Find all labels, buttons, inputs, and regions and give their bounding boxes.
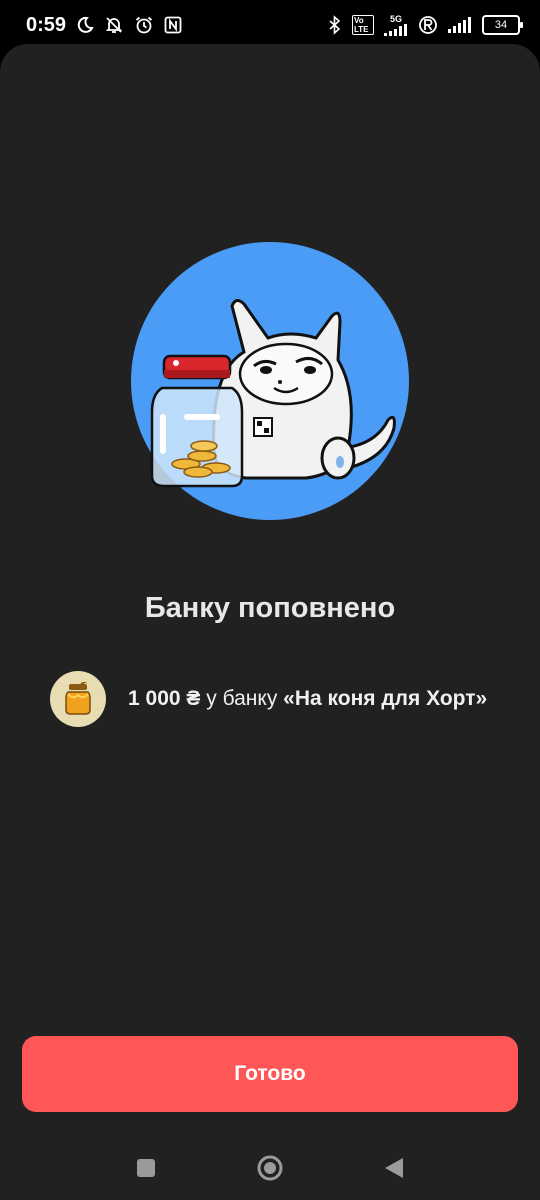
bell-off-icon xyxy=(104,15,124,35)
status-time: 0:59 xyxy=(26,13,67,36)
page-title: Банку поповнено xyxy=(144,592,396,624)
honey-jar-icon xyxy=(50,671,106,727)
recent-apps-icon[interactable] xyxy=(126,1148,166,1188)
battery-icon: 34 xyxy=(482,15,523,35)
result-sheet: Банку поповнено 1 000 ₴ у банку «На коня… xyxy=(0,44,540,1200)
jar-name: «На коня для Хорт» xyxy=(283,687,488,710)
home-icon[interactable] xyxy=(250,1148,290,1188)
network-label: 5G xyxy=(389,13,402,24)
status-right: Vo LTE 5G 34 xyxy=(328,13,523,36)
alarm-icon xyxy=(134,15,154,35)
signal-icon xyxy=(448,17,472,33)
status-left: 0:59 xyxy=(26,14,182,37)
back-icon[interactable] xyxy=(374,1148,414,1188)
cat-with-jar-illustration xyxy=(126,242,414,520)
transaction-description: 1 000 ₴ у банку «На коня для Хорт» xyxy=(128,687,487,711)
transaction-info: 1 000 ₴ у банку «На коня для Хорт» xyxy=(50,670,487,728)
connector-text: у банку xyxy=(200,687,284,710)
signal-icon: 5G xyxy=(384,13,408,36)
volte-icon: Vo LTE xyxy=(352,15,374,35)
status-bar: 0:59 Vo LTE 5G 34 xyxy=(0,0,540,50)
system-navigation-bar xyxy=(0,1144,540,1192)
bluetooth-icon xyxy=(328,15,342,35)
done-button[interactable]: Готово xyxy=(22,1036,518,1112)
nfc-icon xyxy=(164,16,182,34)
amount: 1 000 ₴ xyxy=(128,687,201,710)
moon-icon xyxy=(76,16,94,34)
roaming-icon xyxy=(418,15,438,35)
